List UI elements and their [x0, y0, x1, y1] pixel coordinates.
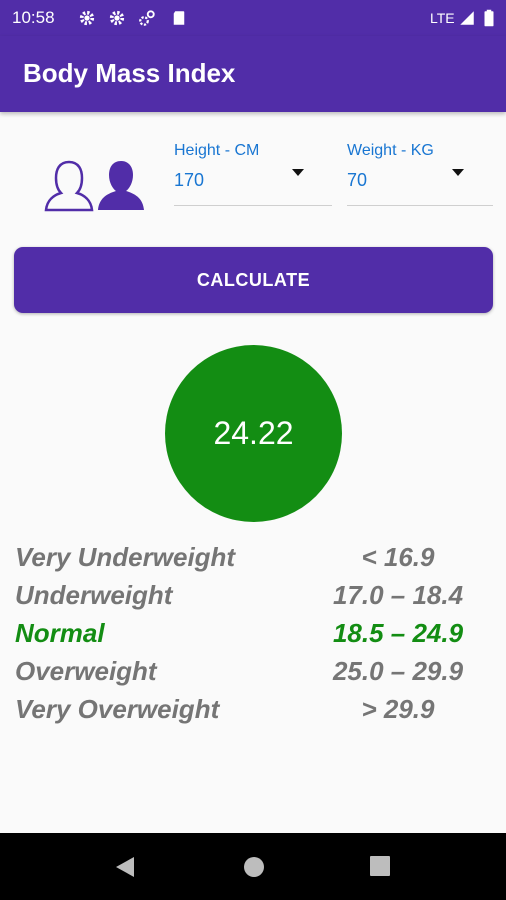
- navigation-bar: [0, 833, 506, 900]
- category-row: Normal 18.5 – 24.9: [15, 618, 475, 654]
- height-underline: [174, 205, 332, 206]
- male-icon[interactable]: [96, 158, 146, 212]
- bmi-result-circle: 24.22: [165, 345, 342, 522]
- sync-icon: [139, 10, 155, 26]
- settings-icon: [79, 10, 95, 26]
- calculate-button[interactable]: CALCULATE: [14, 247, 493, 313]
- category-name: Underweight: [15, 580, 173, 610]
- sd-card-icon: [173, 11, 185, 25]
- category-name: Very Overweight: [15, 694, 220, 724]
- status-bar: 10:58 LTE: [0, 0, 506, 36]
- height-label: Height - CM: [174, 142, 260, 159]
- category-range: 25.0 – 29.9: [332, 656, 464, 686]
- category-range: 17.0 – 18.4: [332, 580, 464, 610]
- category-name: Normal: [15, 618, 105, 648]
- chevron-down-icon: [292, 169, 304, 176]
- female-icon[interactable]: [44, 158, 94, 212]
- signal-icon: [460, 11, 474, 25]
- bmi-result-value: 24.22: [213, 415, 294, 451]
- back-icon[interactable]: [114, 855, 136, 879]
- app-bar: Body Mass Index: [0, 36, 506, 112]
- weight-dropdown[interactable]: Weight - KG 70: [347, 142, 493, 206]
- battery-icon: [484, 9, 494, 27]
- category-name: Very Underweight: [15, 542, 236, 572]
- category-row: Underweight 17.0 – 18.4: [15, 580, 475, 616]
- network-type: LTE: [430, 10, 455, 26]
- category-row: Overweight 25.0 – 29.9: [15, 656, 475, 692]
- category-range: > 29.9: [361, 694, 435, 724]
- home-icon[interactable]: [242, 855, 266, 879]
- status-time: 10:58: [12, 8, 55, 27]
- recents-icon[interactable]: [369, 855, 391, 877]
- weight-label: Weight - KG: [347, 142, 434, 159]
- settings-icon: [109, 10, 125, 26]
- category-range: < 16.9: [361, 542, 435, 572]
- category-range: 18.5 – 24.9: [332, 618, 464, 648]
- category-name: Overweight: [15, 656, 157, 686]
- category-row: Very Underweight < 16.9: [15, 542, 475, 578]
- height-value: 170: [174, 170, 205, 190]
- weight-value: 70: [347, 170, 368, 190]
- weight-underline: [347, 205, 493, 206]
- category-row: Very Overweight > 29.9: [15, 694, 475, 730]
- height-dropdown[interactable]: Height - CM 170: [174, 142, 332, 206]
- app-title: Body Mass Index: [23, 58, 236, 88]
- chevron-down-icon: [452, 169, 464, 176]
